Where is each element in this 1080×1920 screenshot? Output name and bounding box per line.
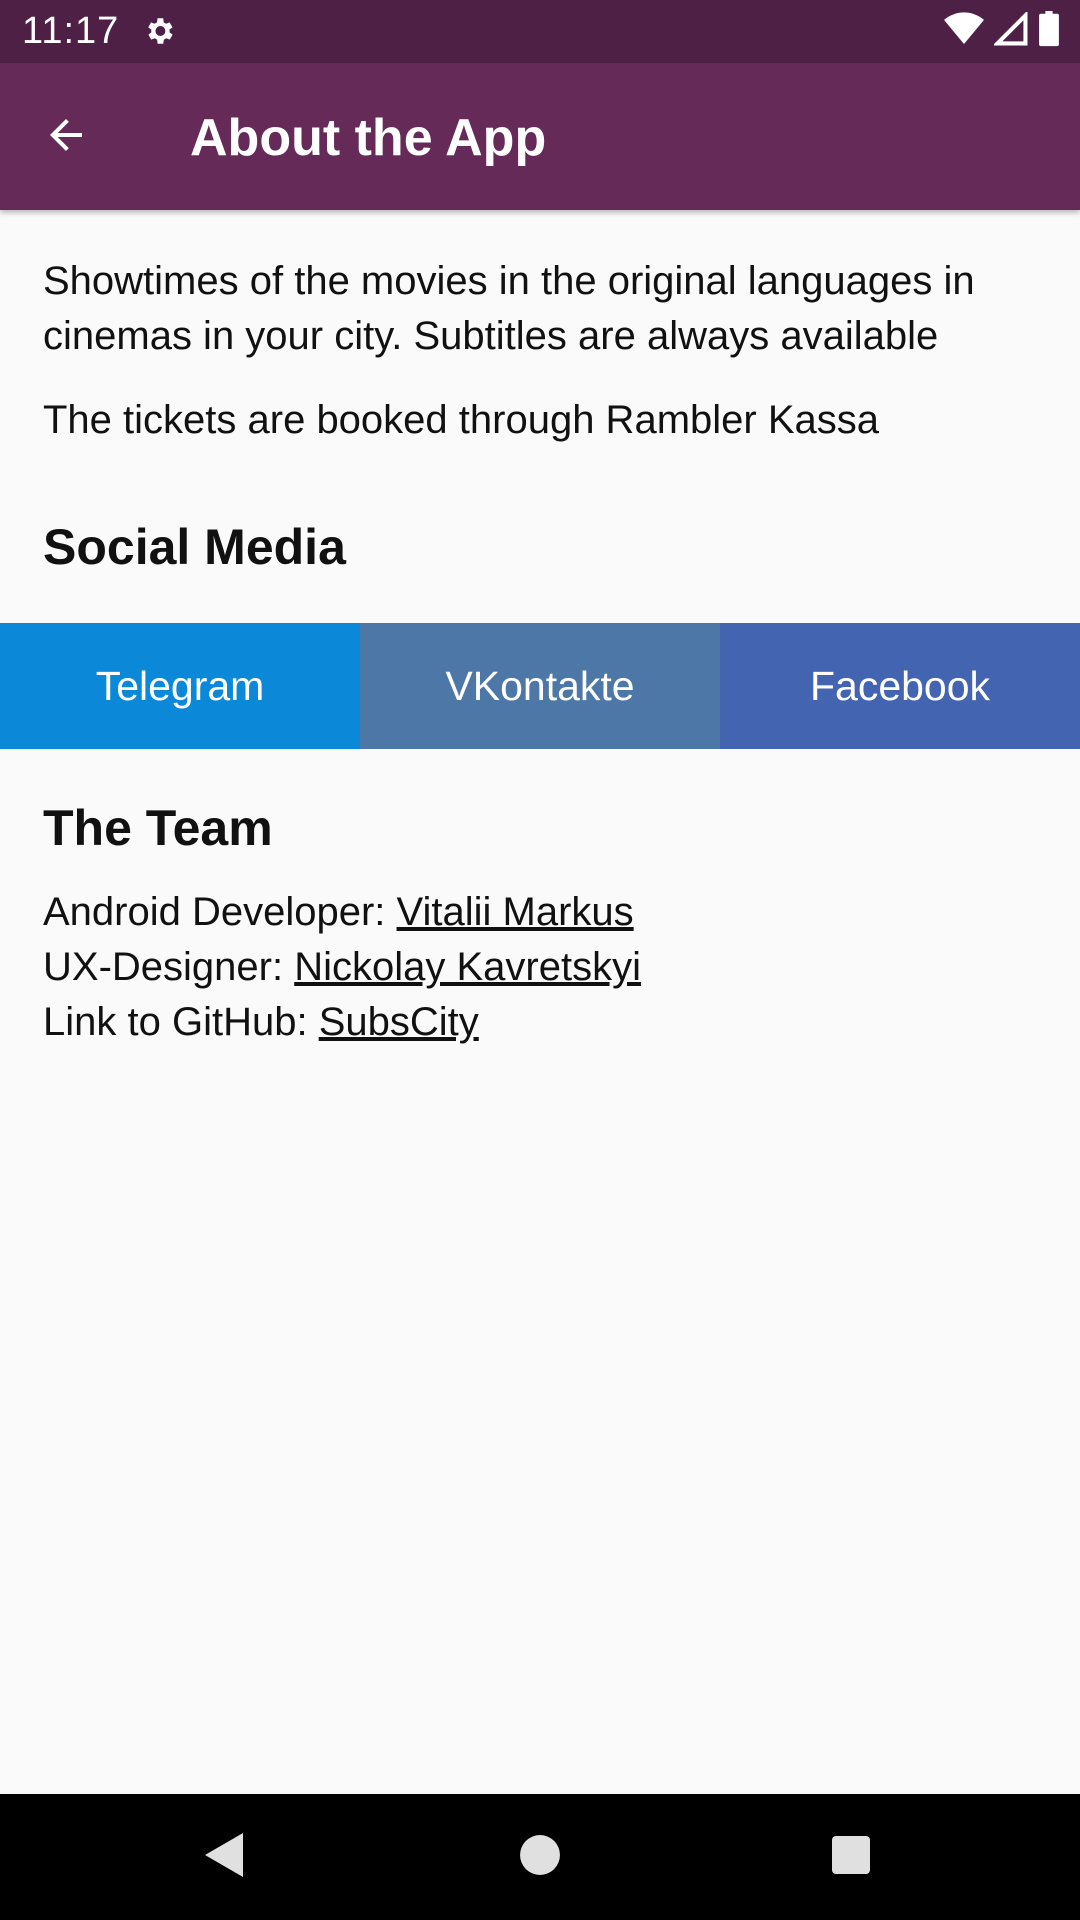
team-member-ux-designer: UX-Designer: Nickolay Kavretskyi bbox=[43, 940, 641, 995]
github-line: Link to GitHub: SubsCity bbox=[43, 995, 479, 1050]
app-bar: About the App bbox=[0, 63, 1080, 210]
team-member-android-developer: Android Developer: Vitalii Markus bbox=[43, 885, 634, 940]
arrow-back-icon bbox=[42, 111, 90, 164]
recents-square-icon bbox=[831, 1835, 871, 1880]
social-media-heading: Social Media bbox=[43, 519, 346, 575]
telegram-button[interactable]: Telegram bbox=[0, 623, 360, 749]
back-triangle-icon bbox=[203, 1831, 247, 1884]
home-circle-icon bbox=[519, 1834, 561, 1881]
github-link[interactable]: SubsCity bbox=[319, 1000, 479, 1044]
gear-icon bbox=[142, 14, 176, 48]
vkontakte-button[interactable]: VKontakte bbox=[360, 623, 720, 749]
signal-icon bbox=[992, 9, 1028, 51]
team-role: UX-Designer: bbox=[43, 945, 295, 989]
wifi-icon bbox=[944, 11, 984, 51]
back-button[interactable] bbox=[34, 105, 98, 169]
status-time: 11:17 bbox=[22, 10, 120, 52]
team-role: Link to GitHub: bbox=[43, 1000, 319, 1044]
status-bar: 11:17 bbox=[0, 0, 1080, 63]
ux-designer-link[interactable]: Nickolay Kavretskyi bbox=[294, 945, 641, 989]
nav-home-button[interactable] bbox=[505, 1822, 575, 1892]
booking-info: The tickets are booked through Rambler K… bbox=[43, 398, 879, 442]
vkontakte-button-label: VKontakte bbox=[445, 662, 635, 709]
nav-recents-button[interactable] bbox=[816, 1822, 886, 1892]
facebook-button-label: Facebook bbox=[809, 662, 991, 709]
system-nav-bar bbox=[0, 1794, 1080, 1920]
team-heading: The Team bbox=[43, 800, 273, 856]
team-role: Android Developer: bbox=[43, 890, 397, 934]
nav-back-button[interactable] bbox=[190, 1822, 260, 1892]
social-buttons: Telegram VKontakte Facebook bbox=[0, 623, 1080, 749]
page-title: About the App bbox=[190, 109, 547, 167]
status-icons bbox=[944, 9, 1060, 52]
android-developer-link[interactable]: Vitalii Markus bbox=[397, 890, 634, 934]
telegram-button-label: Telegram bbox=[95, 662, 265, 709]
battery-icon bbox=[1038, 10, 1060, 52]
facebook-button[interactable]: Facebook bbox=[720, 623, 1080, 749]
app-description: Showtimes of the movies in the original … bbox=[43, 259, 975, 358]
